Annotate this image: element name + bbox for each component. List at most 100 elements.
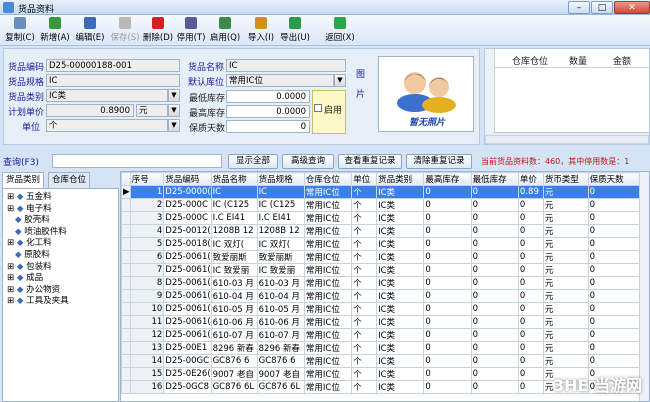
tree-item[interactable]: ◆ 原胶料: [7, 250, 118, 262]
location-select[interactable]: 常用IC位: [226, 74, 334, 87]
grid-cell[interactable]: IC类: [376, 185, 425, 199]
grid-cell[interactable]: 0: [470, 198, 519, 212]
row-indicator[interactable]: [121, 341, 131, 355]
location-dropdown-icon[interactable]: ▼: [334, 74, 346, 87]
row-indicator[interactable]: [121, 198, 131, 212]
row-number[interactable]: 11: [129, 315, 165, 329]
grid-cell[interactable]: 610-03 月: [210, 276, 258, 290]
grid-cell[interactable]: IC (C125: [256, 198, 305, 212]
spec-field[interactable]: IC: [46, 74, 180, 87]
grid-cell[interactable]: 0: [470, 263, 519, 277]
grid-cell[interactable]: 0: [423, 185, 472, 199]
grid-cell[interactable]: GC876 6: [256, 354, 305, 368]
grid-cell[interactable]: 610-05 月: [256, 302, 305, 316]
grid-cell[interactable]: 常用IC位: [303, 198, 353, 212]
grid-cell[interactable]: 0: [470, 367, 519, 381]
grid-cell[interactable]: 个: [351, 380, 378, 394]
enable-button[interactable]: 启用(Q): [208, 17, 242, 45]
grid-cell[interactable]: 0: [587, 354, 642, 368]
grid-cell[interactable]: IC 双灯(: [210, 237, 258, 251]
tree-item[interactable]: ◆ 胶壳料: [7, 215, 118, 227]
grid-cell[interactable]: 9007 老自: [210, 367, 258, 381]
grid-cell[interactable]: 0: [470, 315, 519, 329]
grid-cell[interactable]: 元: [542, 237, 589, 251]
grid-cell[interactable]: 元: [542, 289, 589, 303]
grid-cell[interactable]: 个: [351, 302, 378, 316]
grid-cell[interactable]: D25-000C: [163, 211, 212, 225]
grid-cell[interactable]: 0: [470, 289, 519, 303]
grid-cell[interactable]: I.C EI41: [256, 211, 305, 225]
grid-cell[interactable]: 0: [517, 328, 544, 342]
table-row[interactable]: 5 D25-0018(IC 双灯(IC 双灯(常用IC位个 IC类 0 0 0 元 0: [121, 237, 642, 251]
row-number[interactable]: 4: [129, 224, 165, 238]
tab-warehouse[interactable]: 仓库仓位: [48, 172, 91, 188]
grid-cell[interactable]: 0: [517, 315, 544, 329]
row-number[interactable]: 6: [129, 250, 165, 264]
grid-cell[interactable]: 元: [542, 224, 589, 238]
grid-cell[interactable]: 610-05 月: [210, 302, 258, 316]
enable-checkbox[interactable]: [314, 104, 322, 112]
tree-item[interactable]: ⊞ ◆ 工具及夹具: [7, 296, 118, 308]
grid-cell[interactable]: 常用IC位: [303, 263, 353, 277]
row-indicator[interactable]: [121, 237, 131, 251]
show-all-button[interactable]: 显示全部: [228, 154, 278, 169]
grid-cell[interactable]: 0: [517, 276, 544, 290]
table-row[interactable]: 9 D25-0061(610-04 月 610-04 月常用IC位个 IC类 0 0 0 元 0: [121, 289, 642, 303]
grid-cell[interactable]: 0: [423, 276, 472, 290]
add-button[interactable]: 新增(A): [38, 17, 72, 45]
grid-cell[interactable]: 0: [587, 224, 642, 238]
row-indicator[interactable]: [121, 211, 131, 225]
grid-cell[interactable]: 0: [470, 237, 519, 251]
grid-cell[interactable]: 0: [587, 302, 642, 316]
row-indicator[interactable]: [121, 354, 131, 368]
grid-cell[interactable]: 个: [351, 237, 378, 251]
grid-cell[interactable]: 0: [517, 211, 544, 225]
shelf-days-field[interactable]: 0: [226, 120, 310, 133]
edit-button[interactable]: 编辑(E): [73, 17, 107, 45]
maximize-button[interactable]: □: [591, 1, 613, 14]
grid-cell[interactable]: IC类: [376, 198, 425, 212]
grid-cell[interactable]: D25-0061(: [163, 263, 212, 277]
name-field[interactable]: IC: [226, 59, 346, 72]
grid-header[interactable]: 仓库仓位: [303, 172, 353, 186]
grid-header[interactable]: 货品编码: [163, 172, 212, 186]
price-field[interactable]: 0.8900: [46, 104, 134, 117]
grid-cell[interactable]: 0: [470, 276, 519, 290]
row-indicator[interactable]: [121, 276, 131, 290]
grid-cell[interactable]: IC类: [376, 263, 425, 277]
tree-item[interactable]: ⊞ ◆ 办公物资: [7, 285, 118, 297]
grid-cell[interactable]: 610-03 月: [256, 276, 305, 290]
grid-cell[interactable]: IC类: [376, 354, 425, 368]
grid-cell[interactable]: IC类: [376, 341, 425, 355]
grid-cell[interactable]: 元: [542, 302, 589, 316]
tree-item[interactable]: ⊞ ◆ 五金料: [7, 192, 118, 204]
row-number[interactable]: 3: [129, 211, 165, 225]
grid-cell[interactable]: 0: [587, 328, 642, 342]
table-row[interactable]: 14 D25-00GC GC876 6 GC876 6 常用IC位个 IC类 0 0 0 元 0: [121, 354, 642, 368]
grid-cell[interactable]: D25-0061(: [163, 276, 212, 290]
table-row[interactable]: 7 D25-0061(IC 致爱丽 IC 致爱丽 常用IC位个 IC类 0 0 0 元 0: [121, 263, 642, 277]
grid-cell[interactable]: 0: [517, 263, 544, 277]
grid-cell[interactable]: 0: [587, 237, 642, 251]
grid-cell[interactable]: 0: [587, 276, 642, 290]
grid-cell[interactable]: 个: [351, 354, 378, 368]
grid-cell[interactable]: 0: [587, 341, 642, 355]
row-indicator[interactable]: [121, 315, 131, 329]
grid-cell[interactable]: 元: [542, 211, 589, 225]
grid-cell[interactable]: 常用IC位: [303, 185, 353, 199]
grid-cell[interactable]: 0: [423, 224, 472, 238]
grid-cell[interactable]: 常用IC位: [303, 341, 353, 355]
grid-cell[interactable]: 0.89: [517, 185, 544, 199]
currency-dropdown-icon[interactable]: ▼: [168, 104, 180, 117]
grid-cell[interactable]: 个: [351, 211, 378, 225]
grid-cell[interactable]: 个: [351, 198, 378, 212]
grid-cell[interactable]: IC: [210, 185, 258, 199]
grid-cell[interactable]: 个: [351, 367, 378, 381]
grid-cell[interactable]: 610-06 月: [210, 315, 258, 329]
grid-cell[interactable]: 常用IC位: [303, 250, 353, 264]
grid-cell[interactable]: I.C EI41: [210, 211, 258, 225]
table-row[interactable]: 11 D25-0061(610-06 月 610-06 月常用IC位个 IC类 0 0 0 元…: [121, 315, 642, 329]
grid-cell[interactable]: 个: [351, 224, 378, 238]
grid-cell[interactable]: IC类: [376, 224, 425, 238]
grid-cell[interactable]: 610-07 月: [256, 328, 305, 342]
